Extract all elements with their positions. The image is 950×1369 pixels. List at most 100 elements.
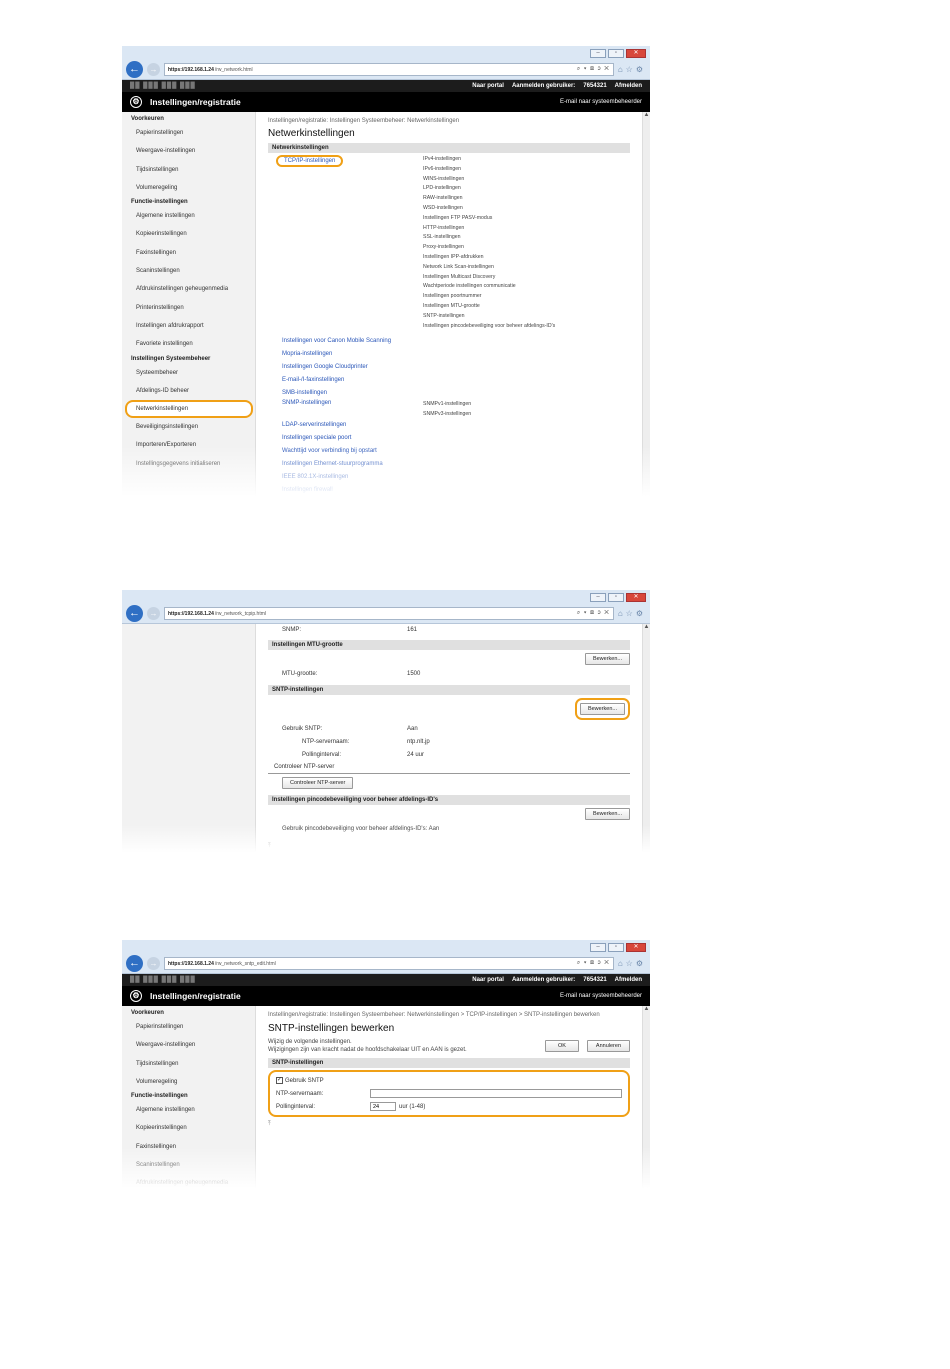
settings-link[interactable]: Mopria-instellingen: [282, 348, 630, 361]
settings-link[interactable]: LDAP-serverinstellingen: [282, 419, 630, 432]
sidebar-item[interactable]: Tijdsinstellingen: [122, 161, 255, 179]
settings-gear-icon: ⚙: [130, 96, 142, 108]
tcpip-sub-item: IPv6-instellingen: [423, 165, 462, 172]
sidebar-item[interactable]: Volumeregeling: [122, 179, 255, 197]
tcpip-sub-item: SSL-instellingen: [423, 234, 461, 241]
back-arrow-icon[interactable]: ←: [126, 605, 143, 622]
address-bar[interactable]: https://192.168.1.24 /rw_network.html ⌕ …: [164, 63, 614, 76]
sidebar-item[interactable]: Weergave-instellingen: [122, 142, 255, 160]
address-bar[interactable]: https://192.168.1.24 /rw_network_sntp_ed…: [164, 957, 614, 970]
address-tools-icon[interactable]: ⌕ ▾ ⊠ ɔ ✕: [577, 66, 610, 73]
close-window-button[interactable]: ✕: [626, 942, 646, 952]
maximize-button[interactable]: ▫: [608, 48, 624, 58]
minimize-button[interactable]: –: [590, 592, 606, 602]
polling-interval-input[interactable]: [370, 1102, 396, 1111]
settings-link[interactable]: Instellingen firewall: [282, 484, 630, 497]
sidebar-heading: Voorkeuren: [131, 1010, 164, 1016]
portal-link[interactable]: Naar portal: [472, 83, 504, 89]
sidebar-item[interactable]: Weergave-instellingen: [122, 1036, 255, 1054]
sidebar-item[interactable]: Instellingsgegevens initialiseren: [122, 455, 255, 473]
scroll-up-icon[interactable]: ▲: [643, 112, 650, 118]
sidebar-item[interactable]: Importeren/Exporteren: [122, 436, 255, 454]
sidebar-item[interactable]: Instellingen afdrukrapport: [122, 317, 255, 335]
maximize-button[interactable]: ▫: [608, 942, 624, 952]
sidebar-item[interactable]: Algemene instellingen: [122, 1101, 255, 1119]
minimize-button[interactable]: –: [590, 48, 606, 58]
sidebar-item[interactable]: Scaninstellingen: [122, 262, 255, 280]
settings-link[interactable]: IEEE 802.1X-instellingen: [282, 471, 630, 484]
sidebar-item[interactable]: Faxinstellingen: [122, 244, 255, 262]
sidebar-item[interactable]: Volumeregeling: [122, 1073, 255, 1091]
address-tools-icon[interactable]: ⌕ ▾ ⊠ ɔ ✕: [577, 960, 610, 967]
forward-arrow-icon[interactable]: →: [147, 607, 160, 620]
sidebar-item[interactable]: Algemene instellingen: [122, 207, 255, 225]
tcpip-sub-item: Instellingen FTP PASV-modus: [423, 214, 493, 221]
sidebar-item[interactable]: Kopieerinstellingen: [122, 225, 255, 243]
settings-link[interactable]: Instellingen voor Canon Mobile Scanning: [282, 335, 630, 348]
home-star-gear-icon[interactable]: ⌂☆⚙: [618, 65, 646, 74]
section-header: Instellingen pincodebeveiliging voor beh…: [268, 795, 630, 805]
scrollbar[interactable]: ▲: [642, 1006, 650, 1192]
email-admin-link[interactable]: E-mail naar systeembeheerder: [560, 99, 642, 105]
sidebar-item[interactable]: Afdrukinstellingen geheugenmedia: [122, 280, 255, 298]
pin-edit-button[interactable]: Bewerken...: [584, 808, 630, 820]
settings-link[interactable]: Instellingen speciale poort: [282, 432, 630, 445]
email-admin-link[interactable]: E-mail naar systeembeheerder: [560, 993, 642, 999]
sidebar-item[interactable]: Scaninstellingen: [122, 1156, 255, 1174]
settings-link[interactable]: SMB-instellingen: [282, 387, 630, 400]
tcpip-sub-item: WSD-instellingen: [423, 204, 463, 211]
back-to-top-icon[interactable]: ⤒: [268, 843, 630, 850]
portal-link[interactable]: Naar portal: [472, 977, 504, 983]
snmp-sub-item: SNMPv1-instellingen: [423, 400, 472, 407]
address-tools-icon[interactable]: ⌕ ▾ ⊠ ɔ ✕: [577, 610, 610, 617]
back-to-top-icon[interactable]: ⤒: [268, 1121, 630, 1128]
sntp-edit-button[interactable]: Bewerken...: [579, 703, 625, 715]
maximize-button[interactable]: ▫: [608, 592, 624, 602]
close-window-button[interactable]: ✕: [626, 48, 646, 58]
logout-link[interactable]: Afmelden: [615, 977, 642, 983]
ok-button[interactable]: OK: [544, 1040, 579, 1052]
scrollbar[interactable]: ▲: [642, 112, 650, 497]
window-titlebar: – ▫ ✕: [122, 46, 650, 60]
settings-link[interactable]: Wachttijd voor verbinding bij opstart: [282, 445, 630, 458]
back-arrow-icon[interactable]: ←: [126, 61, 143, 78]
settings-link[interactable]: Instellingen Ethernet-stuurprogramma: [282, 458, 630, 471]
sidebar-item[interactable]: Faxinstellingen: [122, 1138, 255, 1156]
scrollbar[interactable]: ▲: [642, 624, 650, 855]
home-star-gear-icon[interactable]: ⌂☆⚙: [618, 959, 646, 968]
scroll-up-icon[interactable]: ▲: [643, 1006, 650, 1012]
sidebar-item[interactable]: Systeembeheer: [122, 364, 255, 382]
app-titlebar: ⚙ Instellingen/registratie E-mail naar s…: [122, 92, 650, 112]
scroll-up-icon[interactable]: ▲: [643, 624, 650, 630]
minimize-button[interactable]: –: [590, 942, 606, 952]
close-window-button[interactable]: ✕: [626, 592, 646, 602]
sidebar-item[interactable]: Afdrukinstellingen geheugenmedia: [122, 1174, 255, 1192]
back-arrow-icon[interactable]: ←: [126, 955, 143, 972]
main-content: Instellingen/registratie: Instellingen S…: [256, 1006, 642, 1192]
mtu-edit-button[interactable]: Bewerken...: [584, 653, 630, 665]
forward-arrow-icon[interactable]: →: [147, 63, 160, 76]
sidebar-item[interactable]: Printerinstellingen: [122, 299, 255, 317]
home-star-gear-icon[interactable]: ⌂☆⚙: [618, 609, 646, 618]
sidebar-item[interactable]: Afdelings-ID beheer: [122, 382, 255, 400]
snmp-settings-link[interactable]: SNMP-instellingen: [282, 400, 331, 406]
sidebar-item[interactable]: Papierinstellingen: [122, 1018, 255, 1036]
sidebar-item[interactable]: Favoriete instellingen: [122, 335, 255, 353]
sidebar-item[interactable]: Papierinstellingen: [122, 124, 255, 142]
tcpip-settings-link[interactable]: TCP/IP-instellingen: [276, 155, 344, 167]
sidebar-item[interactable]: Tijdsinstellingen: [122, 1055, 255, 1073]
address-bar[interactable]: https://192.168.1.24 /rw_network_tcpip.h…: [164, 607, 614, 620]
forward-arrow-icon[interactable]: →: [147, 957, 160, 970]
cancel-button[interactable]: Annuleren: [586, 1040, 630, 1052]
sidebar-item[interactable]: Kopieerinstellingen: [122, 1119, 255, 1137]
logout-link[interactable]: Afmelden: [615, 83, 642, 89]
use-sntp-checkbox[interactable]: ✓: [276, 1077, 283, 1084]
settings-link[interactable]: E-mail-/I-faxinstellingen: [282, 374, 630, 387]
browser-navbar: ← → https://192.168.1.24 /rw_network_tcp…: [122, 604, 650, 624]
sidebar-item-network-settings[interactable]: Netwerkinstellingen: [125, 400, 253, 419]
settings-link[interactable]: Instellingen Google Cloudprinter: [282, 361, 630, 374]
check-ntp-server-button[interactable]: Controleer NTP-server: [282, 777, 354, 789]
section-header: SNTP-instellingen: [268, 1058, 630, 1068]
sidebar-item[interactable]: Beveiligingsinstellingen: [122, 418, 255, 436]
ntp-server-input[interactable]: [370, 1089, 622, 1098]
